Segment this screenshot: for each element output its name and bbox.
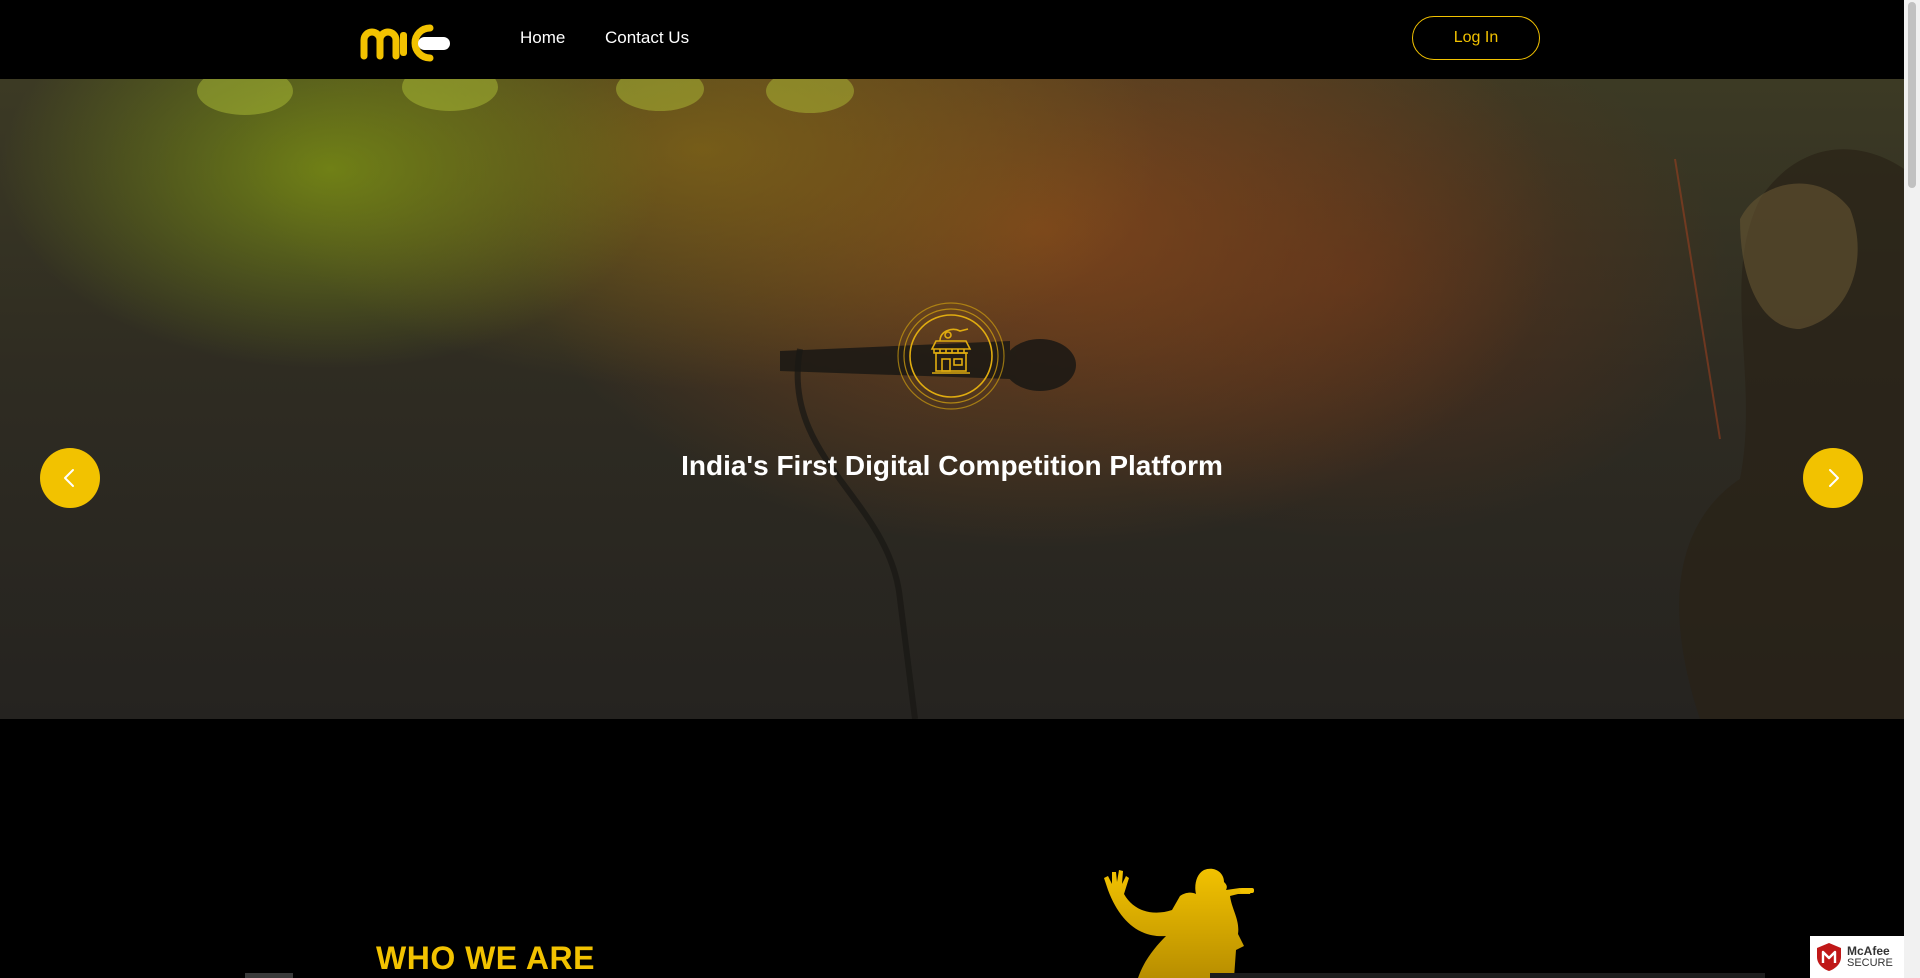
scrollbar-thumb[interactable]	[1908, 2, 1916, 188]
mcafee-brand: McAfee	[1847, 944, 1890, 958]
mcafee-badge-text: McAfee SECURE	[1847, 945, 1893, 969]
hero-carousel: India's First Digital Competition Platfo…	[0, 79, 1904, 719]
singer-silhouette-image	[1104, 868, 1254, 978]
section-divider-right	[1210, 973, 1765, 978]
login-button[interactable]: Log In	[1412, 16, 1540, 60]
nav-home-link[interactable]: Home	[520, 28, 565, 48]
hero-title: India's First Digital Competition Platfo…	[681, 449, 1223, 481]
navbar: Home Contact Us Log In	[0, 0, 1904, 79]
chevron-left-icon	[64, 469, 74, 487]
carousel-prev-button[interactable]	[40, 448, 100, 508]
mcafee-shield-icon	[1817, 943, 1841, 971]
nav-contact-link[interactable]: Contact Us	[605, 28, 689, 48]
page-scrollbar[interactable]	[1904, 0, 1920, 978]
mcafee-secure-badge[interactable]: McAfee SECURE	[1810, 936, 1904, 978]
market-stall-icon	[897, 302, 1005, 410]
who-we-are-heading: WHO WE ARE	[376, 940, 595, 976]
mic-logo[interactable]	[360, 18, 452, 62]
section-divider-left	[245, 973, 293, 978]
mcafee-secure-label: SECURE	[1847, 957, 1893, 969]
chevron-right-icon	[1829, 469, 1839, 487]
carousel-next-button[interactable]	[1803, 448, 1863, 508]
